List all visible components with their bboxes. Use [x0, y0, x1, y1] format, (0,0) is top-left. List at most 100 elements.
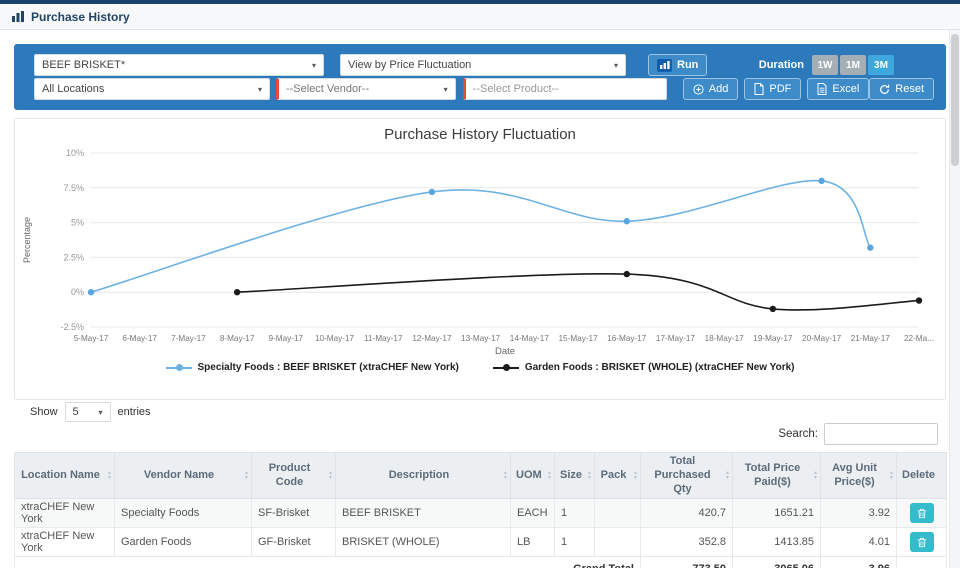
legend-marker	[492, 364, 519, 371]
svg-text:10-May-17: 10-May-17	[315, 334, 355, 343]
column-header[interactable]: Size ▲ ▼	[554, 451, 595, 500]
cell-avg: 3.92	[820, 498, 897, 529]
fluctuation-chart[interactable]: -2.5% 0% 2.5% 5% 7.5% 10% Percentage 5-May-17 6-…	[16, 145, 944, 360]
column-header[interactable]: Product Code ▲ ▼	[251, 451, 336, 500]
chevron-down-icon: ▾	[257, 84, 262, 94]
add-label: Add	[708, 83, 729, 95]
svg-text:5-May-17: 5-May-17	[74, 334, 109, 343]
duration-option-1w[interactable]: 1W	[812, 55, 838, 75]
column-header[interactable]: Total Purchased Qty ▲ ▼	[640, 451, 733, 500]
product-group-value: BEEF BRISKET*	[42, 59, 126, 71]
add-button[interactable]: Add	[682, 78, 739, 100]
toolbar-row-2: All Locations ▾ --Select Vendor-- ▾ Add …	[34, 78, 935, 100]
cell-total: 1651.21	[732, 498, 821, 529]
scrollbar[interactable]	[949, 30, 960, 568]
run-button[interactable]: Run	[648, 54, 708, 76]
entries-label: entries	[117, 406, 151, 418]
vendor-select[interactable]: --Select Vendor-- ▾	[275, 78, 456, 100]
trash-icon	[917, 537, 926, 547]
column-header: Delete	[896, 451, 947, 500]
chart-title: Purchase History Fluctuation	[384, 126, 576, 143]
sort-icon: ▲ ▼	[244, 469, 249, 481]
svg-text:16-May-17: 16-May-17	[607, 334, 647, 343]
duration-option-1m[interactable]: 1M	[840, 55, 866, 75]
legend-item[interactable]: Garden Foods : BRISKET (WHOLE) (xtraCHEF…	[492, 362, 795, 373]
cell-vendor: Garden Foods	[114, 527, 252, 558]
svg-text:7-May-17: 7-May-17	[171, 334, 206, 343]
page-title: Purchase History	[31, 9, 130, 24]
svg-text:12-May-17: 12-May-17	[412, 334, 452, 343]
svg-text:6-May-17: 6-May-17	[122, 334, 157, 343]
cell-qty: 420.7	[640, 498, 733, 529]
column-header[interactable]: Pack ▲ ▼	[594, 451, 641, 500]
grand-total-total: 3065.06	[732, 556, 821, 568]
cell-code: SF-Brisket	[251, 498, 336, 529]
table-row: xtraCHEF New York Garden Foods GF-Brisket B…	[14, 527, 947, 558]
sort-icon: ▲ ▼	[889, 469, 894, 481]
column-header[interactable]: Location Name ▲ ▼	[14, 451, 115, 500]
cell-code: GF-Brisket	[251, 527, 336, 558]
sort-icon: ▲ ▼	[107, 469, 112, 481]
sort-icon: ▲ ▼	[503, 469, 508, 481]
column-header[interactable]: Avg Unit Price($) ▲ ▼	[820, 451, 897, 500]
reset-label: Reset	[895, 83, 925, 95]
entries-value: 5	[72, 406, 79, 418]
table-row: xtraCHEF New York Specialty Foods SF-Brisk…	[14, 498, 947, 529]
excel-button[interactable]: Excel	[807, 78, 870, 100]
legend-label: Garden Foods : BRISKET (WHOLE) (xtraCHEF…	[524, 362, 795, 373]
delete-button[interactable]	[909, 532, 934, 553]
sort-icon: ▲ ▼	[725, 469, 730, 481]
purchase-history-screen: Purchase History BEEF BRISKET* ▾ View by…	[0, 0, 960, 568]
app-header: Purchase History	[0, 4, 960, 30]
grand-total-avg: 3.96	[820, 556, 897, 568]
column-header-label: Description	[388, 468, 450, 481]
sort-icon: ▲ ▼	[587, 469, 592, 481]
delete-button[interactable]	[909, 503, 934, 524]
view-by-select[interactable]: View by Price Fluctuation ▾	[340, 54, 626, 76]
duration-option-3m[interactable]: 3M	[868, 55, 894, 75]
grand-total-empty-cell	[896, 556, 947, 568]
show-label: Show	[30, 406, 58, 418]
svg-text:Date: Date	[495, 346, 515, 357]
legend-item[interactable]: Specialty Foods : BEEF BRISKET (xtraCHEF…	[165, 362, 459, 373]
cell-location: xtraCHEF New York	[14, 498, 115, 529]
reset-button[interactable]: Reset	[869, 78, 935, 100]
chart-legend: Specialty Foods : BEEF BRISKET (xtraCHEF…	[15, 362, 945, 373]
cell-delete	[896, 527, 947, 558]
pdf-button[interactable]: PDF	[744, 78, 802, 100]
cell-pack	[594, 527, 641, 558]
search-input[interactable]	[824, 423, 938, 445]
chevron-down-icon: ▾	[613, 60, 618, 70]
column-header[interactable]: Vendor Name ▲ ▼	[114, 451, 252, 500]
svg-text:22-Ma...: 22-Ma...	[904, 334, 934, 343]
vendor-placeholder: --Select Vendor--	[285, 83, 370, 95]
duration-group: 1W 1M 3M	[812, 55, 894, 75]
column-header[interactable]: UOM ▲ ▼	[510, 451, 555, 500]
chevron-down-icon: ▾	[443, 84, 448, 94]
cell-delete	[896, 498, 947, 529]
run-label: Run	[677, 59, 699, 71]
show-entries: Show 5 ▾ entries	[30, 402, 151, 422]
filter-toolbar: BEEF BRISKET* ▾ View by Price Fluctuatio…	[14, 44, 946, 110]
column-header-label: Total Price Paid($)	[744, 461, 801, 488]
scrollbar-thumb[interactable]	[951, 34, 959, 166]
svg-text:10%: 10%	[66, 148, 84, 158]
column-header[interactable]: Total Price Paid($) ▲ ▼	[732, 451, 821, 500]
column-header-label: Pack	[600, 468, 627, 481]
grand-total-qty: 773.50	[640, 556, 733, 568]
trash-icon	[917, 508, 926, 518]
location-select[interactable]: All Locations ▾	[34, 78, 270, 100]
column-header[interactable]: Description ▲ ▼	[335, 451, 511, 500]
svg-text:5%: 5%	[71, 218, 84, 228]
svg-text:13-May-17: 13-May-17	[461, 334, 501, 343]
product-group-select[interactable]: BEEF BRISKET* ▾	[34, 54, 324, 76]
column-header-label: Location Name	[21, 468, 100, 481]
entries-select[interactable]: 5 ▾	[64, 402, 111, 422]
product-search-input[interactable]	[462, 78, 667, 100]
bar-chart-icon	[12, 11, 24, 22]
svg-text:20-May-17: 20-May-17	[802, 334, 842, 343]
cell-total: 1413.85	[732, 527, 821, 558]
column-header-label: Vendor Name	[143, 468, 215, 481]
run-chart-icon	[657, 58, 672, 72]
column-header-label: Product Code	[268, 461, 311, 488]
